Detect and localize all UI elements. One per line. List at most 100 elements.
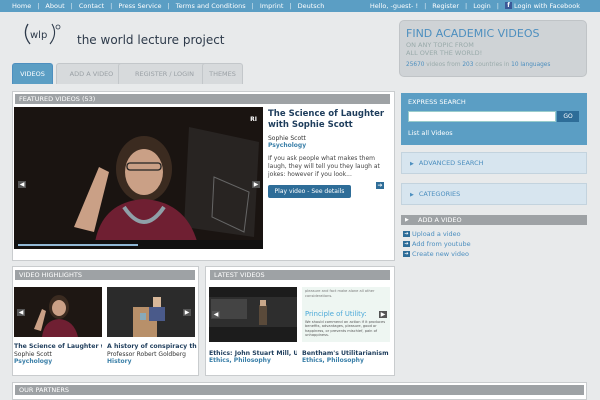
- tab-themes[interactable]: THEMES: [202, 63, 243, 84]
- create-video-link[interactable]: ➔ Create new video: [403, 250, 469, 258]
- advanced-search-button[interactable]: ▶ ADVANCED SEARCH: [401, 152, 587, 174]
- separator: |: [465, 2, 468, 10]
- find-title: FIND ACADEMIC VIDEOS: [406, 27, 540, 40]
- separator: |: [167, 2, 170, 10]
- language-count: 10 languages: [511, 62, 551, 68]
- search-input[interactable]: [408, 111, 556, 122]
- find-tagline: ON ANY TOPIC FROM ALL OVER THE WORLD!: [406, 41, 482, 57]
- stats-text: countries in: [475, 62, 510, 68]
- featured-speaker: Sophie Scott: [268, 135, 306, 142]
- separator: |: [424, 2, 427, 10]
- next-arrow-icon[interactable]: ▶: [379, 311, 387, 318]
- categories-label: CATEGORIES: [418, 190, 461, 198]
- thumbnail-image: [107, 287, 195, 337]
- nav-press-link[interactable]: Press Service: [118, 2, 161, 10]
- next-arrow-icon[interactable]: ▶: [252, 181, 260, 188]
- facebook-login-link[interactable]: Login with Facebook: [514, 2, 580, 10]
- nav-home-link[interactable]: Home: [12, 2, 31, 10]
- latest-thumbnail[interactable]: pleasure and fact make alone all other c…: [302, 287, 390, 342]
- partners-heading: OUR PARTNERS: [15, 385, 584, 395]
- separator: |: [110, 2, 113, 10]
- separator: |: [496, 2, 499, 10]
- latest-thumbnail[interactable]: ◀: [209, 287, 297, 342]
- login-link[interactable]: Login: [473, 2, 491, 10]
- find-tagline-line1: ON ANY TOPIC FROM: [406, 41, 474, 49]
- nav-language-link[interactable]: Deutsch: [298, 2, 325, 10]
- channel-badge: RI: [250, 116, 257, 123]
- youtube-link[interactable]: ➔ Add from youtube: [403, 240, 471, 248]
- latest-category[interactable]: Ethics, Philosophy: [302, 357, 364, 364]
- tab-register-login[interactable]: REGISTER / LOGIN: [118, 63, 211, 84]
- featured-description: If you ask people what makes them laugh,…: [268, 155, 380, 178]
- separator: |: [70, 2, 73, 10]
- latest-category[interactable]: Ethics, Philosophy: [209, 357, 271, 364]
- highlight-speaker: Professor Robert Goldberg: [107, 351, 186, 358]
- next-featured-icon[interactable]: ➔: [376, 182, 384, 189]
- user-links: Hello, -guest- ! | Register | Login | f Login w…: [370, 2, 580, 10]
- add-video-heading: ADD A VIDEO: [401, 215, 587, 225]
- highlight-category[interactable]: Psychology: [14, 358, 52, 365]
- youtube-label: Add from youtube: [412, 240, 471, 248]
- stats-text: videos from: [426, 62, 461, 68]
- separator: |: [289, 2, 292, 10]
- country-count: 203: [462, 62, 474, 68]
- featured-video-player[interactable]: RI ◀ ▶: [14, 107, 263, 249]
- site-logo[interactable]: wlp: [22, 22, 64, 46]
- create-video-label: Create new video: [412, 250, 469, 258]
- highlight-title[interactable]: The Science of Laughter w...: [14, 343, 102, 350]
- categories-button[interactable]: ▶ CATEGORIES: [401, 183, 587, 205]
- separator: |: [251, 2, 254, 10]
- express-search-box: EXPRESS SEARCH GO List all Videos: [401, 93, 587, 145]
- thumbnail-image: [14, 287, 102, 337]
- greeting-text: Hello, -guest- !: [369, 2, 419, 10]
- slide-text: We should commend an action if it produc…: [305, 320, 386, 338]
- advanced-search-label: ADVANCED SEARCH: [418, 159, 484, 167]
- triangle-right-icon: ▶: [405, 217, 409, 223]
- top-links: Home | About | Contact | Press Service | Terms a…: [12, 2, 324, 10]
- list-all-videos-link[interactable]: List all Videos: [408, 129, 453, 137]
- logo-text: wlp: [30, 30, 47, 41]
- site-name[interactable]: the world lecture project: [77, 33, 225, 47]
- arrow-right-icon: ➔: [403, 251, 410, 257]
- tab-videos[interactable]: VIDEOS: [12, 63, 53, 84]
- find-stats: 25670 videos from 203 countries in 10 la…: [406, 62, 550, 68]
- register-link[interactable]: Register: [432, 2, 459, 10]
- slide-text-top: pleasure and fact make alone all other c…: [305, 289, 375, 298]
- highlight-speaker: Sophie Scott: [14, 351, 52, 358]
- arrow-right-icon: ➔: [403, 231, 410, 237]
- video-count: 25670: [406, 62, 425, 68]
- separator: |: [37, 2, 40, 10]
- highlight-category[interactable]: History: [107, 358, 132, 365]
- featured-category[interactable]: Psychology: [268, 142, 306, 149]
- highlight-title[interactable]: A history of conspiracy th...: [107, 343, 197, 350]
- top-navigation-bar: Home | About | Contact | Press Service | Terms a…: [0, 0, 600, 12]
- upload-video-label: Upload a video: [412, 230, 461, 238]
- arrow-right-icon: ➔: [403, 241, 410, 247]
- prev-arrow-icon[interactable]: ◀: [18, 181, 26, 188]
- highlight-thumbnail[interactable]: ◀: [14, 287, 102, 337]
- slide-title: Principle of Utility:: [305, 310, 367, 318]
- latest-title[interactable]: Bentham's Utilitarianism: [302, 350, 390, 357]
- latest-title[interactable]: Ethics: John Stuart Mill, U...: [209, 350, 297, 357]
- play-video-button[interactable]: Play video - See details: [268, 185, 351, 198]
- triangle-right-icon: ▶: [410, 192, 414, 198]
- prev-arrow-icon[interactable]: ◀: [212, 311, 220, 318]
- nav-imprint-link[interactable]: Imprint: [260, 2, 284, 10]
- facebook-icon: f: [505, 2, 512, 9]
- thumbnail-image: [209, 287, 297, 342]
- go-button[interactable]: GO: [557, 111, 579, 122]
- video-frame: [14, 107, 263, 249]
- highlight-thumbnail[interactable]: ▶: [107, 287, 195, 337]
- find-tagline-line2: ALL OVER THE WORLD!: [406, 49, 483, 57]
- latest-heading: LATEST VIDEOS: [210, 270, 390, 280]
- highlights-heading: VIDEO HIGHLIGHTS: [15, 270, 195, 280]
- prev-arrow-icon[interactable]: ◀: [17, 309, 25, 316]
- next-arrow-icon[interactable]: ▶: [183, 309, 191, 316]
- upload-video-link[interactable]: ➔ Upload a video: [403, 230, 461, 238]
- nav-about-link[interactable]: About: [45, 2, 64, 10]
- nav-contact-link[interactable]: Contact: [79, 2, 104, 10]
- featured-title[interactable]: The Science of Laughter with Sophie Scot…: [268, 109, 388, 131]
- tab-add-video[interactable]: ADD A VIDEO: [56, 63, 127, 84]
- express-search-heading: EXPRESS SEARCH: [408, 98, 466, 106]
- nav-terms-link[interactable]: Terms and Conditions: [176, 2, 246, 10]
